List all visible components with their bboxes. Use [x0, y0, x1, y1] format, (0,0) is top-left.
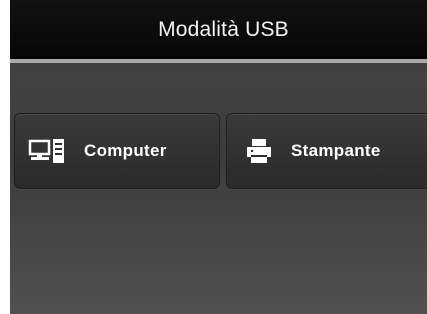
computer-button[interactable]: Computer [14, 113, 220, 189]
printer-label: Stampante [291, 141, 381, 160]
usb-mode-screen: Modalità USB Computer Stampante [10, 0, 427, 314]
title-bar: Modalità USB [10, 0, 427, 59]
computer-label: Computer [84, 141, 167, 160]
page-title: Modalità USB [158, 17, 289, 41]
computer-icon [28, 138, 66, 164]
title-divider [10, 59, 427, 63]
printer-button[interactable]: Stampante [226, 113, 427, 189]
printer-icon [247, 139, 271, 163]
